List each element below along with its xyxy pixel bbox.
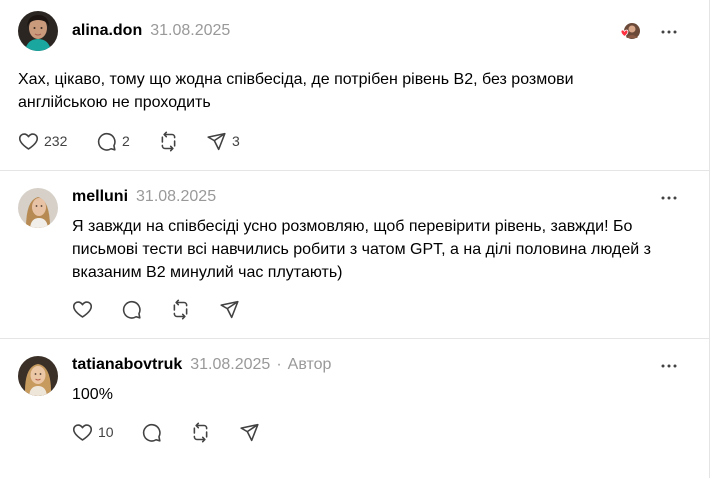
like-count: 232 (44, 133, 68, 149)
post-actions (72, 298, 240, 320)
post-date: 31.08.2025 (150, 22, 231, 39)
more-icon (661, 30, 677, 34)
share-icon (220, 300, 239, 318)
post-date: 31.08.2025 (190, 356, 271, 373)
reply-count: 2 (122, 133, 130, 149)
post-header: tatianabovtruk 31.08.2025 · Автор (72, 356, 331, 374)
post-actions: 10 (72, 421, 260, 443)
reply-icon (142, 423, 161, 442)
heart-icon (72, 423, 93, 441)
post-text: 100% (72, 386, 113, 403)
username[interactable]: melluni (72, 188, 128, 206)
author-badge: Автор (287, 356, 332, 373)
post-actions: 232 2 3 (18, 130, 240, 152)
post-alina: alina.don 31.08.2025 Хах, цікаво, тому щ… (0, 0, 709, 170)
reply-icon (122, 300, 141, 319)
avatar[interactable] (18, 356, 58, 396)
reply-tatianabovtruk: tatianabovtruk 31.08.2025 · Автор 100% 1… (0, 338, 709, 478)
reply-icon (97, 132, 116, 151)
reply-button[interactable] (121, 298, 142, 320)
repost-icon (193, 422, 207, 442)
repost-button[interactable] (190, 421, 211, 443)
post-text: Хах, цікаво, тому що жодна співбесіда, д… (18, 71, 574, 111)
repost-icon (173, 299, 188, 319)
more-options-button[interactable] (659, 22, 679, 42)
repost-button[interactable] (158, 130, 206, 152)
post-date: 31.08.2025 (136, 188, 217, 205)
reply-button[interactable]: 2 (96, 130, 158, 152)
username[interactable]: alina.don (72, 22, 142, 40)
username[interactable]: tatianabovtruk (72, 356, 182, 374)
thread-feed: alina.don 31.08.2025 Хах, цікаво, тому щ… (0, 0, 710, 478)
reply-melluni: melluni 31.08.2025 Я завжди на співбесід… (0, 170, 709, 338)
repost-icon (161, 131, 176, 151)
repost-button[interactable] (170, 298, 191, 320)
post-text: Я завжди на співбесіді усно розмовляю, щ… (72, 218, 651, 281)
like-button[interactable]: 10 (72, 421, 114, 443)
more-icon (661, 364, 677, 368)
share-button[interactable] (219, 298, 240, 320)
liked-by-avatars[interactable] (619, 21, 641, 41)
post-header: alina.don 31.08.2025 (72, 22, 230, 40)
heart-icon (72, 300, 93, 318)
post-header: melluni 31.08.2025 (72, 188, 216, 206)
more-icon (661, 196, 677, 200)
share-icon (207, 132, 226, 150)
share-count: 3 (232, 133, 240, 149)
avatar[interactable] (18, 11, 58, 51)
heart-icon (18, 132, 39, 150)
like-count: 10 (98, 424, 114, 440)
separator-dot: · (276, 356, 282, 373)
like-button[interactable] (72, 298, 93, 320)
share-button[interactable]: 3 (206, 130, 240, 152)
avatar[interactable] (18, 188, 58, 228)
share-button[interactable] (239, 421, 260, 443)
more-options-button[interactable] (659, 356, 679, 376)
reply-button[interactable] (141, 421, 162, 443)
share-icon (239, 423, 259, 441)
more-options-button[interactable] (659, 188, 679, 208)
like-button[interactable]: 232 (18, 130, 96, 152)
